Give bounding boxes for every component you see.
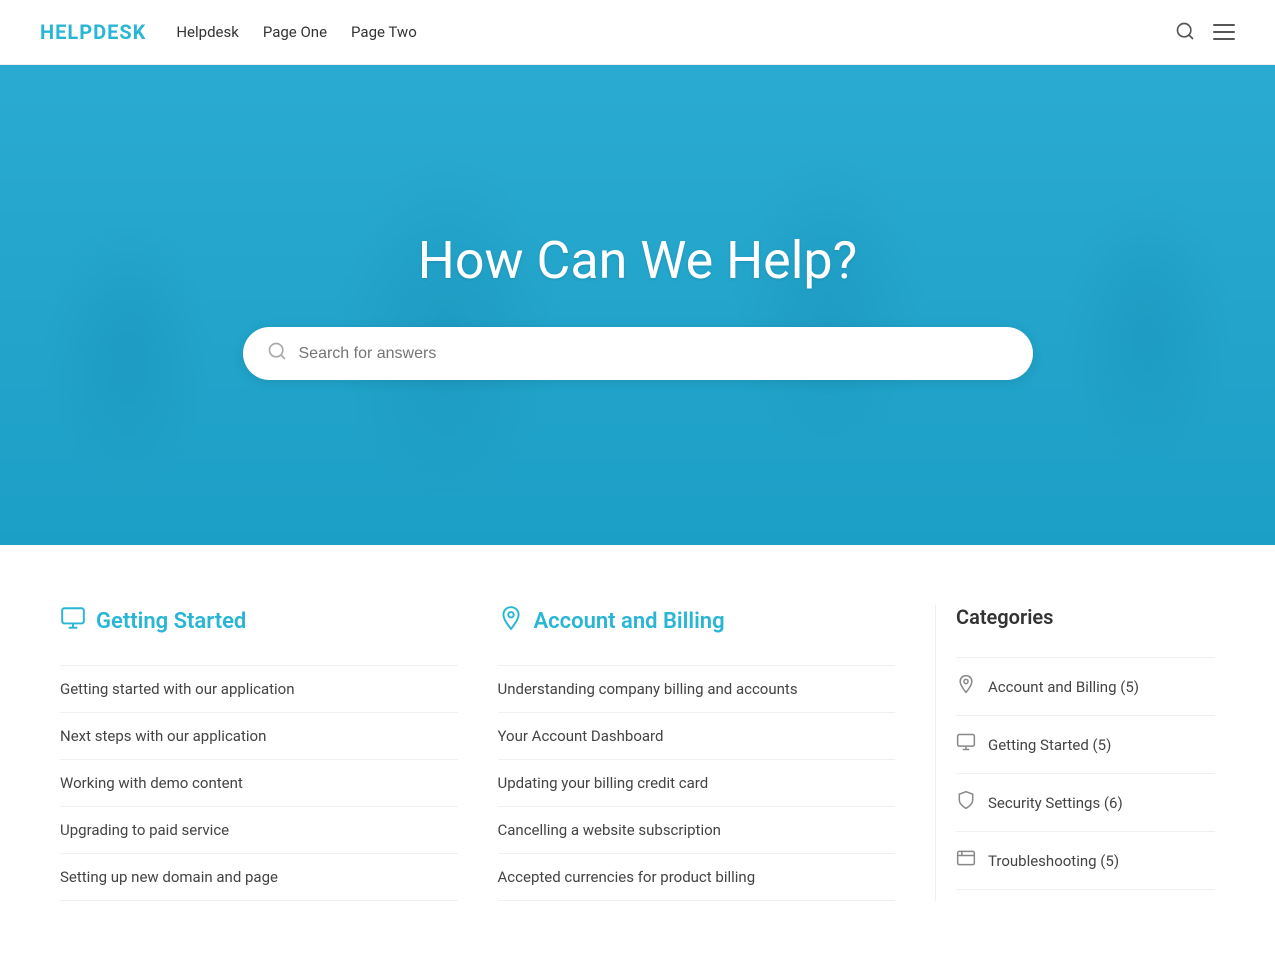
billing-category-icon xyxy=(956,674,976,699)
nav-page-one[interactable]: Page One xyxy=(263,23,327,41)
getting-started-icon xyxy=(60,605,86,637)
list-item[interactable]: Getting started with our application xyxy=(60,665,458,713)
list-item[interactable]: Cancelling a website subscription xyxy=(498,807,896,854)
search-icon[interactable] xyxy=(1175,21,1195,44)
list-item[interactable]: Understanding company billing and accoun… xyxy=(498,665,896,713)
nav-page-two[interactable]: Page Two xyxy=(351,23,417,41)
nav-helpdesk[interactable]: Helpdesk xyxy=(176,23,238,41)
list-item[interactable]: Accepted currencies for product billing xyxy=(498,854,896,901)
category-item-security[interactable]: Security Settings (6) xyxy=(956,774,1215,832)
hamburger-menu-icon[interactable] xyxy=(1213,24,1235,40)
categories-section: Categories Account and Billing (5) xyxy=(935,605,1215,901)
header-left: HELPDESK Helpdesk Page One Page Two xyxy=(40,20,417,44)
account-billing-list: Understanding company billing and accoun… xyxy=(498,665,896,901)
list-item[interactable]: Working with demo content xyxy=(60,760,458,807)
account-billing-section: Account and Billing Understanding compan… xyxy=(498,605,936,901)
search-bar xyxy=(243,327,1033,380)
header: HELPDESK Helpdesk Page One Page Two xyxy=(0,0,1275,65)
category-item-billing[interactable]: Account and Billing (5) xyxy=(956,657,1215,716)
list-item[interactable]: Setting up new domain and page xyxy=(60,854,458,901)
getting-started-section: Getting Started Getting started with our… xyxy=(60,605,498,901)
hero-content: How Can We Help? xyxy=(0,230,1275,380)
getting-started-list: Getting started with our application Nex… xyxy=(60,665,458,901)
security-category-icon xyxy=(956,790,976,815)
list-item[interactable]: Next steps with our application xyxy=(60,713,458,760)
hero-title: How Can We Help? xyxy=(20,230,1255,291)
list-item[interactable]: Upgrading to paid service xyxy=(60,807,458,854)
main-content: Getting Started Getting started with our… xyxy=(0,545,1275,961)
categories-list: Account and Billing (5) Getting Started … xyxy=(956,657,1215,890)
logo[interactable]: HELPDESK xyxy=(40,20,146,44)
categories-title: Categories xyxy=(956,605,1215,629)
category-item-getting-started[interactable]: Getting Started (5) xyxy=(956,716,1215,774)
getting-started-category-icon xyxy=(956,732,976,757)
account-billing-icon xyxy=(498,605,524,637)
hero-section: How Can We Help? xyxy=(0,65,1275,545)
getting-started-title: Getting Started xyxy=(60,605,458,637)
header-right xyxy=(1175,21,1235,44)
search-bar-icon xyxy=(267,341,287,366)
list-item[interactable]: Updating your billing credit card xyxy=(498,760,896,807)
account-billing-title: Account and Billing xyxy=(498,605,896,637)
list-item[interactable]: Your Account Dashboard xyxy=(498,713,896,760)
troubleshooting-category-icon xyxy=(956,848,976,873)
main-nav: Helpdesk Page One Page Two xyxy=(176,23,416,41)
search-input[interactable] xyxy=(299,345,1009,363)
